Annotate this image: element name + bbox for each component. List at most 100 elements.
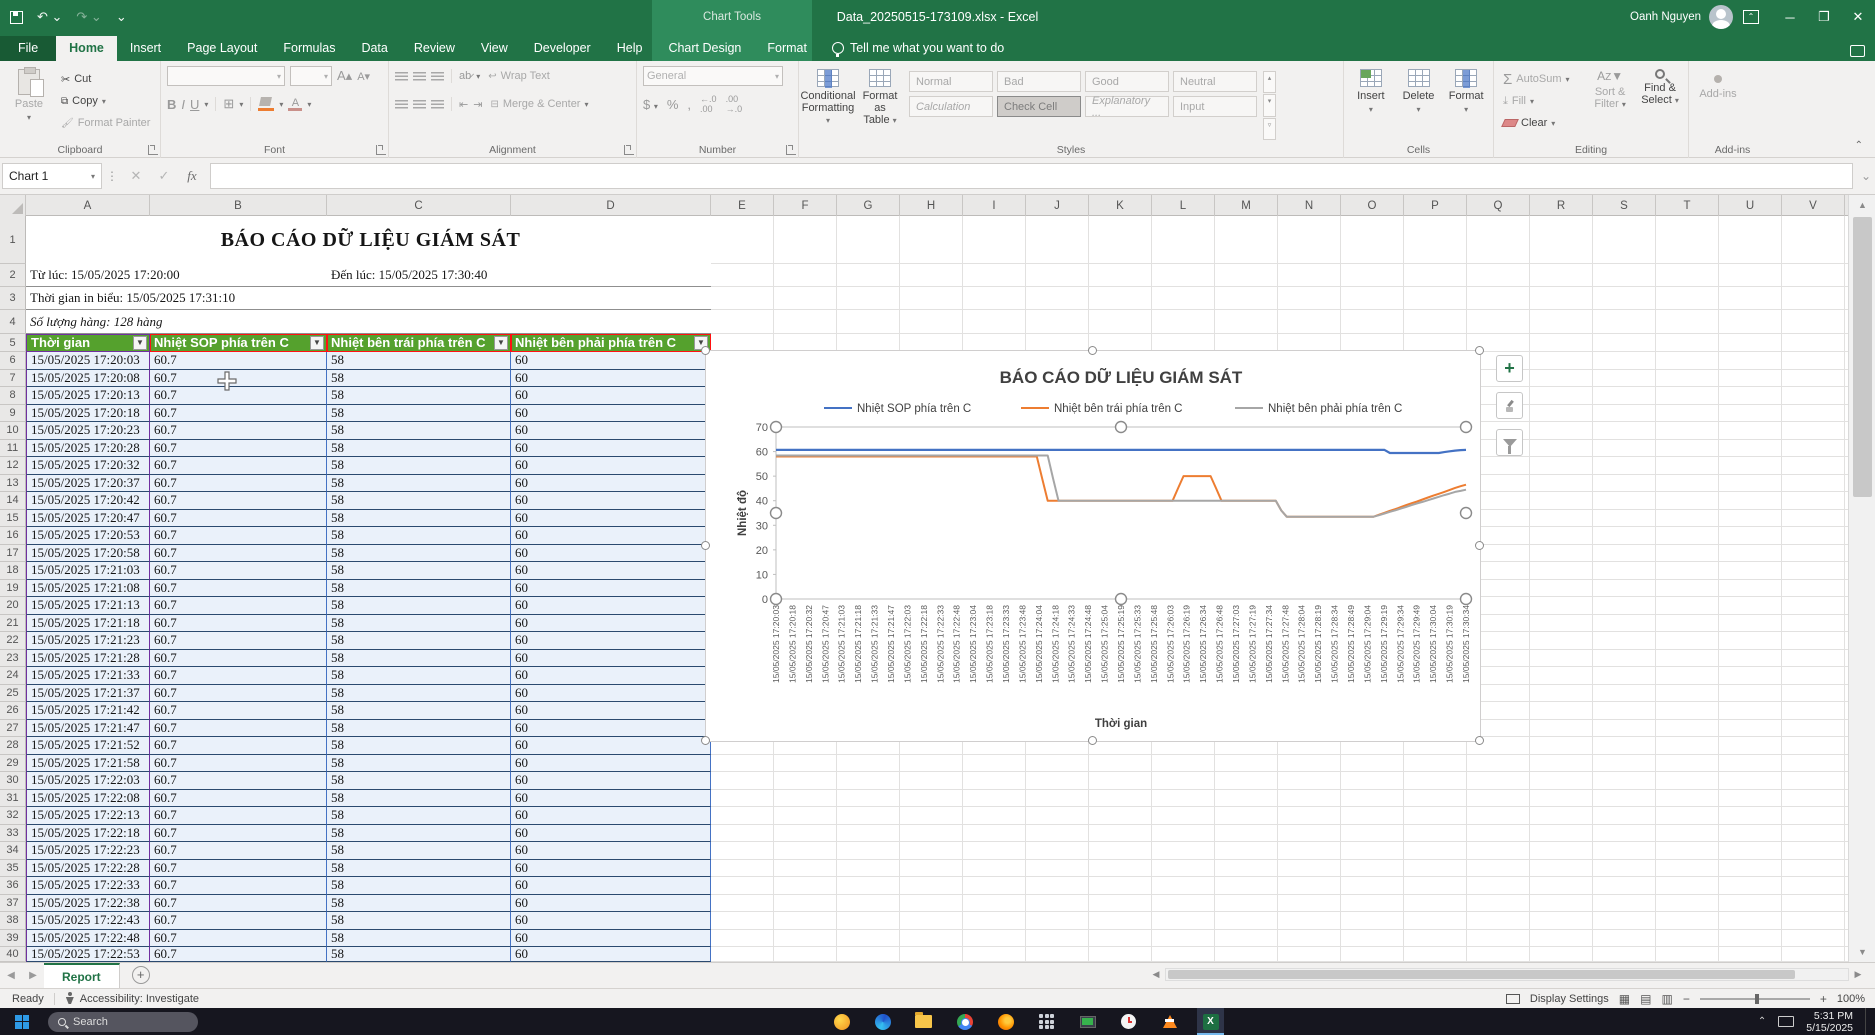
row-number-20[interactable]: 20	[0, 597, 26, 615]
table-cell[interactable]: 15/05/2025 17:20:47	[26, 510, 150, 528]
tab-data[interactable]: Data	[348, 36, 400, 61]
row-number-2[interactable]: 2	[0, 264, 26, 287]
save-icon[interactable]	[10, 11, 23, 24]
table-cell[interactable]: 15/05/2025 17:20:42	[26, 492, 150, 510]
increase-indent-icon[interactable]: ⇥	[473, 98, 482, 111]
scroll-right-icon[interactable]: ▶	[1849, 969, 1867, 980]
table-row[interactable]: 2915/05/2025 17:21:5860.75860	[0, 755, 1848, 773]
format-painter-button[interactable]: 🖌Format Painter	[58, 113, 153, 133]
row-number-28[interactable]: 28	[0, 737, 26, 755]
table-cell[interactable]: 15/05/2025 17:20:58	[26, 545, 150, 563]
column-header-C[interactable]: C	[327, 195, 511, 216]
fill-button[interactable]: ⤓Fill▾	[1500, 91, 1582, 111]
table-cell[interactable]: 60	[511, 912, 711, 930]
increase-decimal-icon[interactable]: ←.0.00	[700, 94, 717, 114]
table-row[interactable]: 3115/05/2025 17:22:0860.75860	[0, 790, 1848, 808]
table-cell[interactable]: 58	[327, 370, 511, 388]
table-cell[interactable]: 58	[327, 422, 511, 440]
style-neutral[interactable]: Neutral	[1173, 71, 1257, 92]
zoom-slider[interactable]	[1700, 998, 1810, 1000]
table-cell[interactable]: 58	[327, 842, 511, 860]
chart-selection-handle[interactable]	[701, 736, 710, 745]
table-cell[interactable]: 60	[511, 947, 711, 962]
series-line-2[interactable]	[776, 457, 1466, 517]
row-number-24[interactable]: 24	[0, 667, 26, 685]
table-cell[interactable]: 60	[511, 545, 711, 563]
style-input[interactable]: Input	[1173, 96, 1257, 117]
filter-dropdown-icon[interactable]: ▼	[494, 336, 508, 350]
table-row[interactable]: 3615/05/2025 17:22:3360.75860	[0, 877, 1848, 895]
row-number-22[interactable]: 22	[0, 632, 26, 650]
table-cell[interactable]: 58	[327, 457, 511, 475]
column-header-F[interactable]: F	[774, 195, 837, 216]
tab-home[interactable]: Home	[56, 36, 117, 61]
table-cell[interactable]: 58	[327, 685, 511, 703]
restore-button[interactable]: ❐	[1807, 0, 1841, 34]
table-cell[interactable]: 58	[327, 755, 511, 773]
table-cell[interactable]: 58	[327, 405, 511, 423]
table-cell[interactable]: 58	[327, 440, 511, 458]
table-cell[interactable]: 60	[511, 755, 711, 773]
table-cell[interactable]: 60	[511, 720, 711, 738]
table-cell[interactable]: 58	[327, 545, 511, 563]
table-cell[interactable]: 60	[511, 807, 711, 825]
table-cell[interactable]: 15/05/2025 17:20:32	[26, 457, 150, 475]
table-cell[interactable]: 60	[511, 562, 711, 580]
sort-filter-button[interactable]: AZ▼ Sort &Filter ▾	[1588, 65, 1632, 140]
table-cell[interactable]: 60.7	[150, 877, 327, 895]
empty-cells[interactable]	[711, 895, 1848, 913]
empty-cells[interactable]	[711, 930, 1848, 948]
table-cell[interactable]: 15/05/2025 17:22:13	[26, 807, 150, 825]
undo-icon[interactable]: ↶ ⌄	[37, 9, 62, 25]
taskbar-icon-monitor-app[interactable]	[1074, 1008, 1101, 1035]
row-number-10[interactable]: 10	[0, 422, 26, 440]
row-number-37[interactable]: 37	[0, 895, 26, 913]
bold-icon[interactable]: B	[167, 97, 176, 112]
table-cell[interactable]: 60	[511, 702, 711, 720]
close-button[interactable]: ✕	[1841, 0, 1875, 34]
name-box[interactable]: Chart 1▾	[2, 163, 102, 189]
table-cell[interactable]: 60	[511, 440, 711, 458]
vertical-scroll-thumb[interactable]	[1853, 217, 1872, 497]
column-header-Q[interactable]: Q	[1467, 195, 1530, 216]
styles-gallery-down[interactable]: ▾	[1263, 94, 1276, 116]
table-cell[interactable]: 15/05/2025 17:22:33	[26, 877, 150, 895]
table-cell[interactable]: 60.7	[150, 352, 327, 370]
empty-cells[interactable]	[711, 947, 1848, 962]
legend-item[interactable]: Nhiệt bên trái phía trên C	[1054, 403, 1183, 415]
tab-page-layout[interactable]: Page Layout	[174, 36, 270, 61]
row-number-12[interactable]: 12	[0, 457, 26, 475]
table-cell[interactable]: 60	[511, 860, 711, 878]
tab-format[interactable]: Format	[754, 36, 820, 61]
table-cell[interactable]: 15/05/2025 17:22:18	[26, 825, 150, 843]
styles-gallery-up[interactable]: ▴	[1263, 71, 1276, 93]
column-header-G[interactable]: G	[837, 195, 900, 216]
zoom-out-icon[interactable]: −	[1683, 992, 1690, 1006]
table-cell[interactable]: 15/05/2025 17:22:48	[26, 930, 150, 948]
table-cell[interactable]: 60.7	[150, 860, 327, 878]
taskbar-clock[interactable]: 5:31 PM 5/15/2025	[1806, 1010, 1853, 1034]
page-layout-view-icon[interactable]: ▤	[1640, 992, 1651, 1006]
delete-cells-button[interactable]: Delete▾	[1398, 65, 1440, 140]
filter-dropdown-icon[interactable]: ▼	[133, 336, 147, 350]
scroll-up-icon[interactable]: ▲	[1849, 195, 1875, 215]
table-cell[interactable]: 60.7	[150, 720, 327, 738]
font-dialog-launcher[interactable]	[376, 145, 386, 155]
align-top-icon[interactable]	[395, 72, 408, 81]
style-explanatory[interactable]: Explanatory ...	[1085, 96, 1169, 117]
zoom-in-icon[interactable]: +	[1820, 992, 1827, 1006]
table-cell[interactable]: 58	[327, 597, 511, 615]
table-cell[interactable]: 15/05/2025 17:21:47	[26, 720, 150, 738]
table-row[interactable]: 3915/05/2025 17:22:4860.75860	[0, 930, 1848, 948]
scroll-left-icon[interactable]: ◀	[1147, 969, 1165, 980]
table-row[interactable]: 3415/05/2025 17:22:2360.75860	[0, 842, 1848, 860]
table-cell[interactable]: 58	[327, 877, 511, 895]
align-right-icon[interactable]	[431, 100, 444, 109]
plot-area-handle[interactable]	[1116, 422, 1127, 433]
decrease-indent-icon[interactable]: ⇤	[459, 98, 468, 111]
table-cell[interactable]: 58	[327, 790, 511, 808]
column-header-S[interactable]: S	[1593, 195, 1656, 216]
plot-area-handle[interactable]	[771, 422, 782, 433]
table-cell[interactable]: 60.7	[150, 807, 327, 825]
row-number-16[interactable]: 16	[0, 527, 26, 545]
